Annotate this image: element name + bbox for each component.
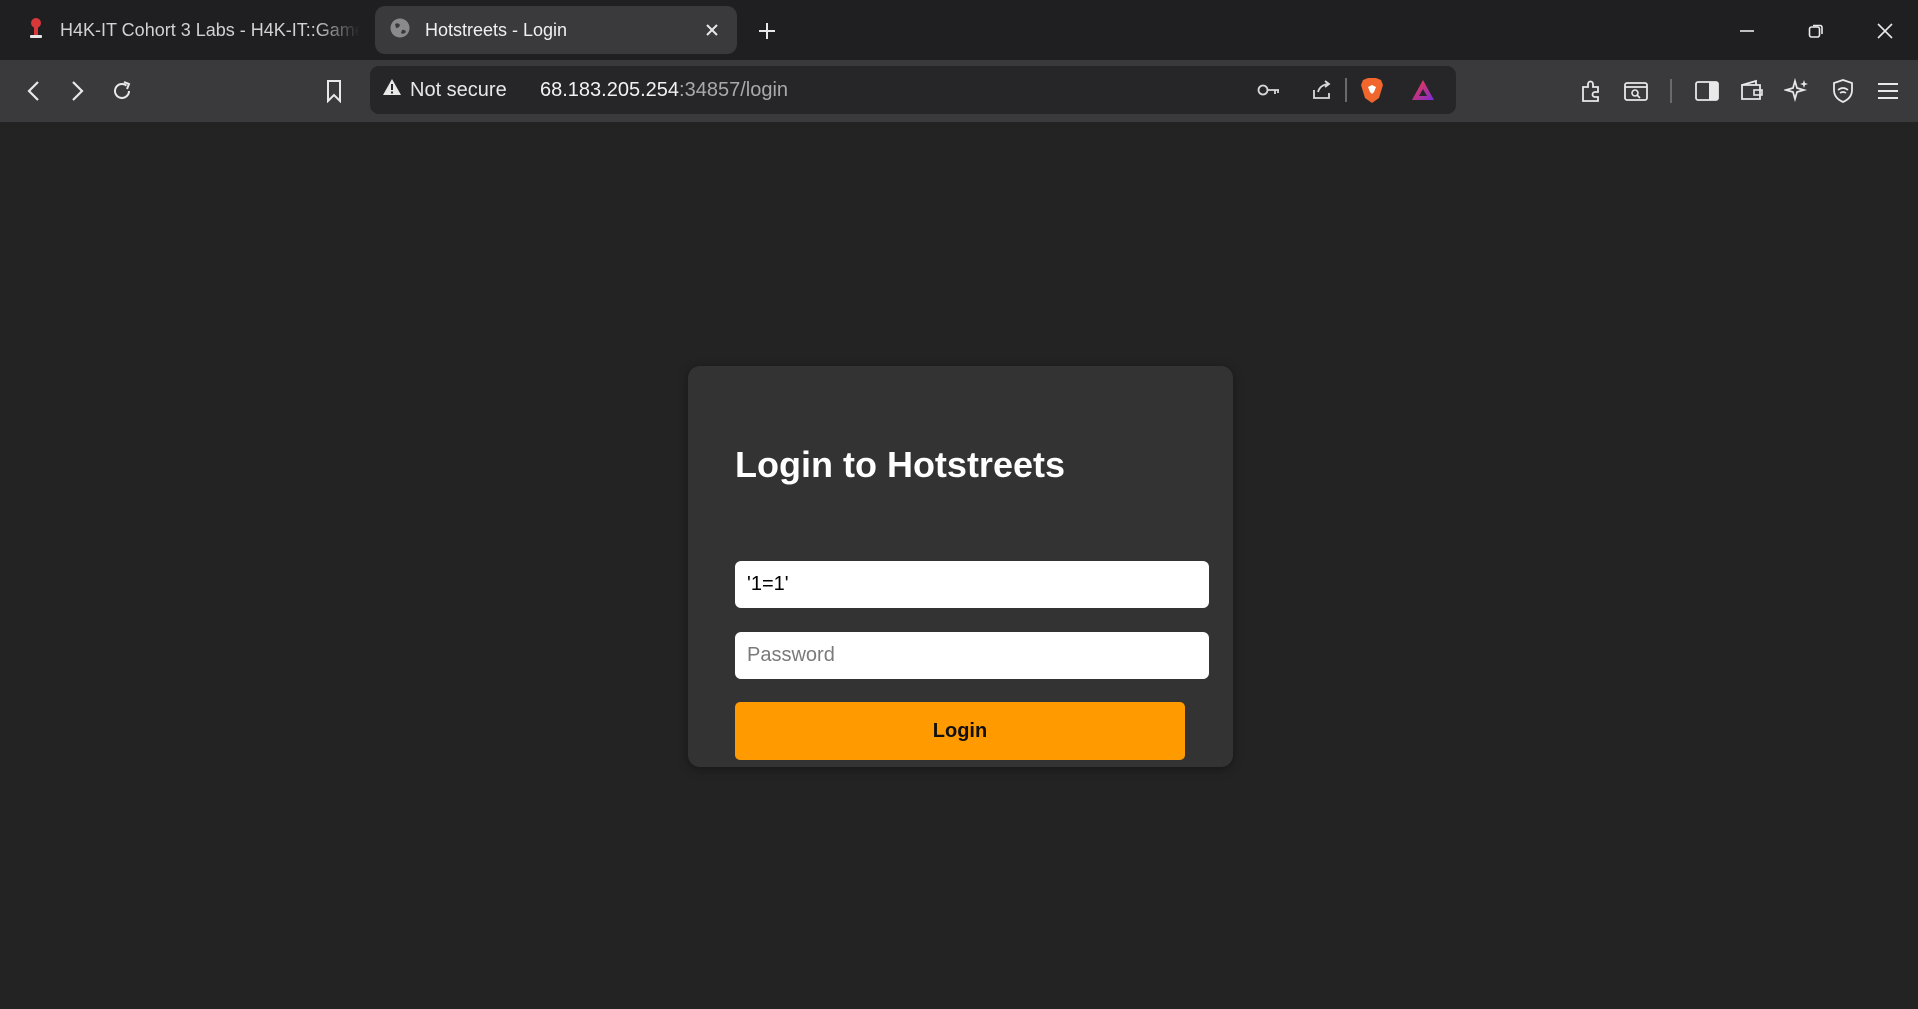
- close-tab-icon[interactable]: [701, 19, 723, 41]
- tab-hotstreets-login[interactable]: Hotstreets - Login: [375, 6, 737, 54]
- brave-shields-icon[interactable]: [1355, 73, 1389, 107]
- tab-title: H4K-IT Cohort 3 Labs - H4K-IT::Games: [60, 19, 360, 40]
- security-label: Not secure: [410, 78, 507, 101]
- login-card: Login to Hotstreets Login: [688, 366, 1233, 767]
- site-info-button[interactable]: Not secure: [382, 66, 507, 114]
- bookmark-button[interactable]: [317, 74, 351, 108]
- page-content: Login to Hotstreets Login: [0, 122, 1918, 1009]
- sidebar-icon[interactable]: [1690, 74, 1724, 108]
- close-window-button[interactable]: [1868, 14, 1902, 48]
- url-text[interactable]: 68.183.205.254:34857/login: [540, 66, 788, 114]
- new-tab-button[interactable]: [752, 16, 782, 46]
- reader-mode-icon[interactable]: [1619, 74, 1653, 108]
- tab-h4kit-labs[interactable]: H4K-IT Cohort 3 Labs - H4K-IT::Games: [14, 6, 360, 54]
- h4kit-favicon-icon: [26, 17, 46, 44]
- page-title: Login to Hotstreets: [735, 444, 1065, 485]
- password-field[interactable]: [735, 632, 1209, 679]
- tab-title: Hotstreets - Login: [425, 19, 568, 40]
- wallet-icon[interactable]: [1735, 74, 1769, 108]
- reload-button[interactable]: [105, 74, 139, 108]
- share-icon[interactable]: [1305, 73, 1339, 107]
- brave-rewards-icon[interactable]: [1406, 73, 1440, 107]
- menu-icon[interactable]: [1871, 74, 1905, 108]
- leo-ai-icon[interactable]: [1780, 74, 1814, 108]
- url-path: :34857/login: [679, 78, 789, 101]
- tab-strip: H4K-IT Cohort 3 Labs - H4K-IT::Games Hot…: [0, 0, 1918, 60]
- url-host: 68.183.205.254: [540, 78, 680, 101]
- login-button[interactable]: Login: [735, 702, 1185, 760]
- warning-icon: [382, 78, 402, 102]
- extensions-icon[interactable]: [1574, 74, 1608, 108]
- globe-icon: [389, 17, 411, 44]
- forward-button[interactable]: [60, 74, 94, 108]
- back-button[interactable]: [17, 74, 51, 108]
- username-field[interactable]: [735, 561, 1209, 608]
- vpn-icon[interactable]: [1826, 74, 1860, 108]
- toolbar-divider: [1670, 79, 1672, 103]
- address-divider: [1345, 78, 1347, 102]
- address-bar[interactable]: Not secure 68.183.205.254:34857/login: [370, 66, 1456, 114]
- key-icon[interactable]: [1252, 73, 1286, 107]
- restore-button[interactable]: [1799, 14, 1833, 48]
- browser-toolbar: Not secure 68.183.205.254:34857/login: [0, 60, 1918, 122]
- minimize-button[interactable]: [1730, 14, 1764, 48]
